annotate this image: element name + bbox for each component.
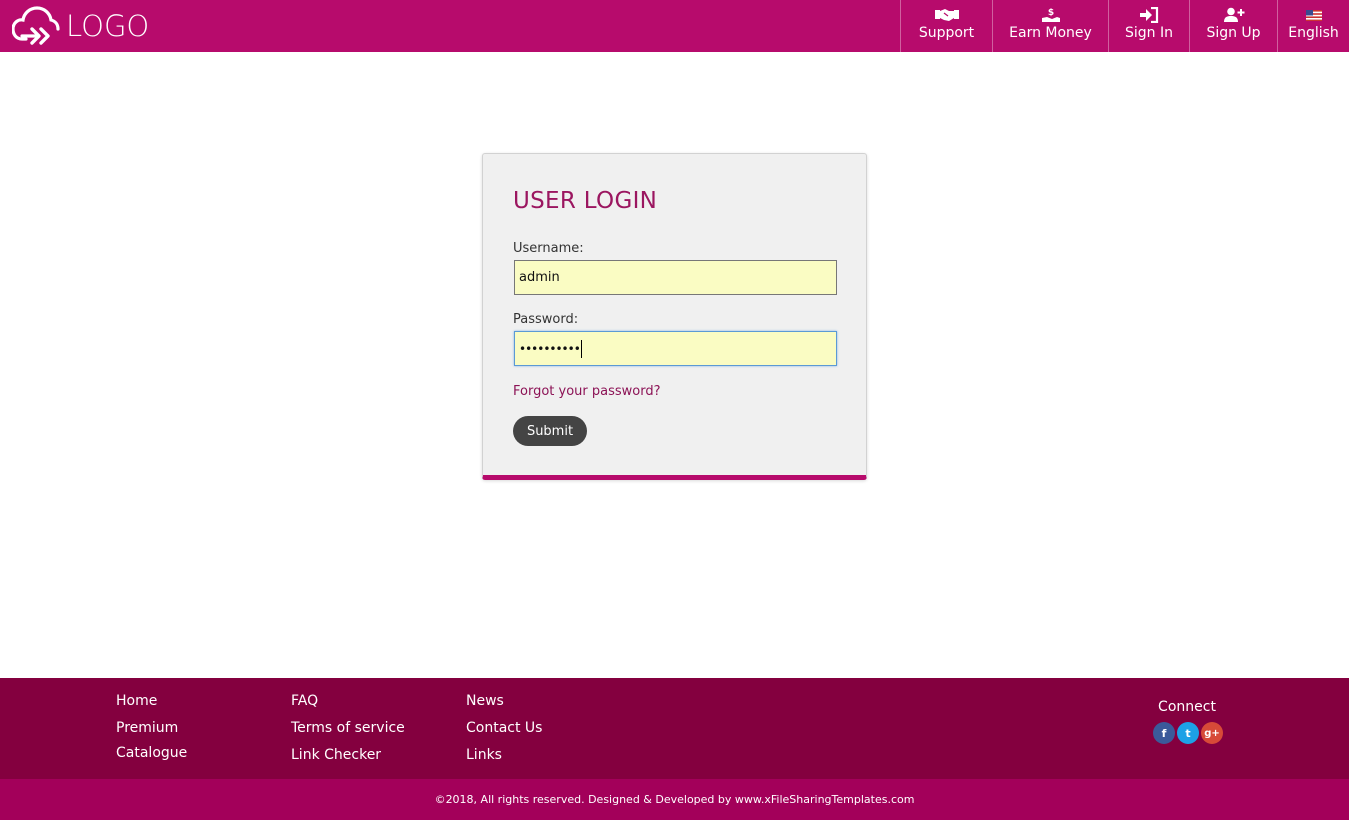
twitter-icon[interactable]: t [1177, 722, 1199, 744]
nav-sign-in[interactable]: Sign In [1108, 0, 1189, 52]
username-input[interactable]: admin [514, 260, 837, 295]
nav-earn-money[interactable]: $ Earn Money [992, 0, 1108, 52]
facebook-icon[interactable]: f [1153, 722, 1175, 744]
footer-link-faq[interactable]: FAQ [291, 692, 405, 719]
sign-in-icon [1139, 7, 1159, 23]
user-plus-icon [1223, 7, 1245, 23]
nav-earn-money-label: Earn Money [1009, 25, 1092, 41]
hand-money-icon: $ [1041, 7, 1061, 23]
password-value: •••••••••• [519, 341, 581, 356]
nav-language[interactable]: English [1277, 0, 1349, 52]
footer-link-catalogue[interactable]: Catalogue [116, 744, 187, 771]
footer-link-link-checker[interactable]: Link Checker [291, 746, 405, 773]
password-label: Password: [513, 312, 579, 327]
site-logo[interactable]: LOGO [12, 4, 149, 48]
footer-link-contact[interactable]: Contact Us [466, 719, 542, 746]
username-label: Username: [513, 241, 584, 256]
google-plus-icon[interactable]: g+ [1201, 722, 1223, 744]
login-title: USER LOGIN [513, 188, 658, 214]
footer-col-3: News Contact Us Links [466, 692, 542, 773]
password-input[interactable]: •••••••••• [514, 331, 837, 366]
top-nav: Support $ Earn Money Sign In Sign Up Eng… [900, 0, 1349, 52]
cloud-arrow-icon [12, 6, 60, 45]
forgot-password-link[interactable]: Forgot your password? [513, 384, 661, 399]
top-header: LOGO Support $ Earn Money Sign In Sign U… [0, 0, 1349, 52]
nav-sign-in-label: Sign In [1125, 25, 1173, 41]
footer: Home Premium Catalogue FAQ Terms of serv… [0, 678, 1349, 779]
text-caret [580, 339, 582, 358]
nav-sign-up[interactable]: Sign Up [1189, 0, 1277, 52]
nav-sign-up-label: Sign Up [1206, 25, 1261, 41]
footer-link-terms[interactable]: Terms of service [291, 719, 405, 746]
copyright-bar: ©2018, All rights reserved. Designed & D… [0, 779, 1349, 820]
submit-button[interactable]: Submit [513, 416, 587, 446]
social-links: f t g+ [1153, 722, 1223, 744]
logo-text: LOGO [66, 8, 150, 43]
footer-link-news[interactable]: News [466, 692, 542, 719]
login-card: USER LOGIN Username: admin Password: •••… [482, 153, 867, 480]
username-value: admin [519, 270, 560, 285]
footer-link-links[interactable]: Links [466, 746, 542, 773]
nav-support-label: Support [918, 25, 975, 41]
connect-label: Connect [1158, 699, 1216, 715]
nav-support[interactable]: Support [900, 0, 992, 52]
handshake-icon [934, 7, 959, 23]
svg-text:$: $ [1047, 8, 1053, 18]
footer-col-1: Home Premium Catalogue [116, 692, 187, 771]
nav-language-label: English [1288, 25, 1339, 41]
us-flag-icon [1305, 7, 1322, 23]
footer-link-premium[interactable]: Premium [116, 719, 187, 744]
footer-col-2: FAQ Terms of service Link Checker [291, 692, 405, 773]
copyright-text: ©2018, All rights reserved. Designed & D… [434, 793, 915, 806]
footer-link-home[interactable]: Home [116, 692, 187, 719]
